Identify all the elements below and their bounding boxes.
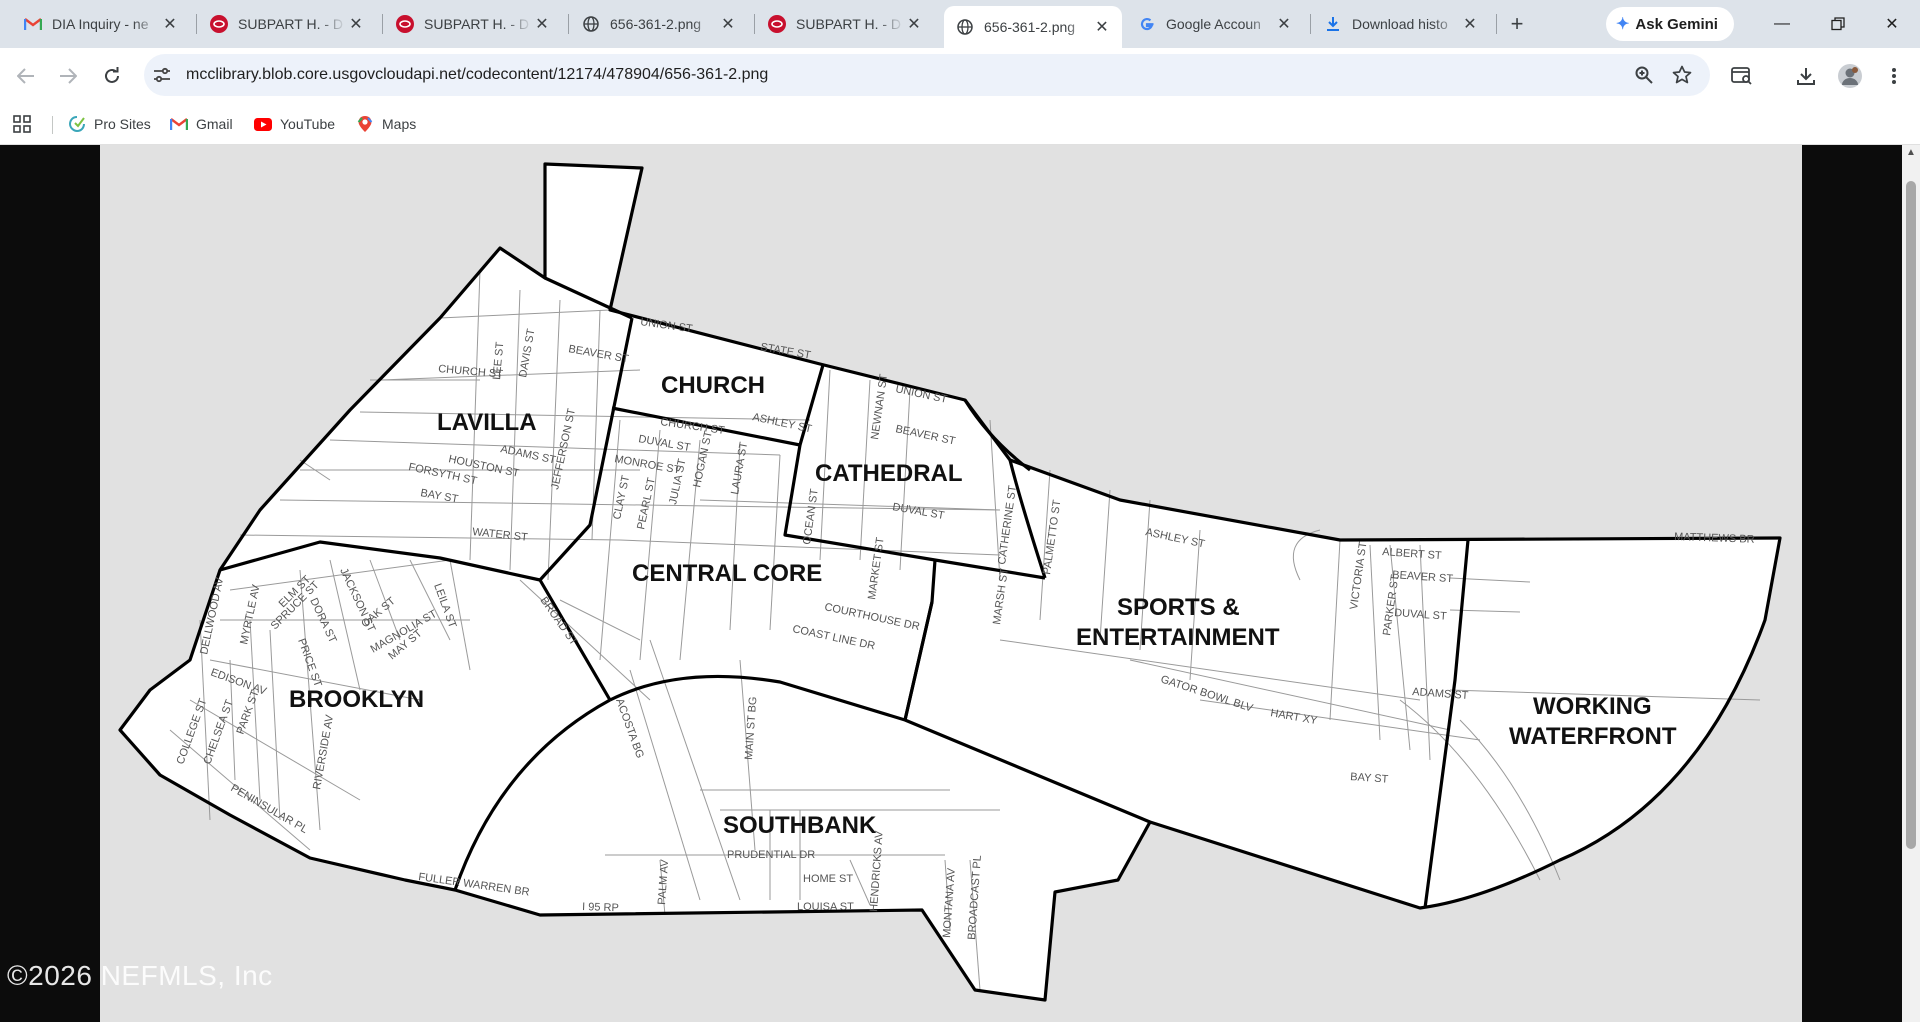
district-label-sports: SPORTS &: [1117, 594, 1240, 621]
site-info-icon[interactable]: [150, 67, 174, 83]
tab-title: SUBPART H. - D: [424, 16, 530, 32]
tab-subpart-h-2[interactable]: SUBPART H. - D ✕: [384, 8, 562, 40]
district-label-southbank: SOUTHBANK: [723, 812, 877, 839]
close-icon[interactable]: ✕: [160, 14, 180, 34]
tab-download-history[interactable]: Download histo ✕: [1312, 8, 1490, 40]
menu-kebab-icon[interactable]: [1878, 60, 1910, 92]
district-label-entertainment: ENTERTAINMENT: [1076, 624, 1280, 651]
close-window-button[interactable]: ✕: [1872, 10, 1912, 38]
municode-icon: [396, 15, 414, 33]
tab-title: SUBPART H. - D: [238, 16, 344, 32]
bookmark-pro-sites[interactable]: Pro Sites: [68, 112, 151, 136]
district-label-cathedral: CATHEDRAL: [815, 460, 963, 487]
vertical-scrollbar[interactable]: ▲: [1902, 145, 1920, 1022]
download-icon: [1324, 15, 1342, 33]
tab-image-active[interactable]: 656-361-2.png ✕: [944, 6, 1122, 48]
downloads-icon[interactable]: [1790, 60, 1822, 92]
district-label-church: CHURCH: [661, 372, 765, 399]
new-tab-button[interactable]: +: [1503, 10, 1531, 38]
district-label-working: WORKING: [1533, 693, 1652, 720]
globe-icon: [582, 15, 600, 33]
scroll-up-arrow-icon[interactable]: ▲: [1906, 147, 1916, 159]
globe-icon: [956, 18, 974, 36]
reload-button[interactable]: [96, 60, 128, 92]
toolbar: mcclibrary.blob.core.usgovcloudapi.net/c…: [0, 48, 1920, 103]
tab-title: DIA Inquiry - ne: [52, 16, 149, 32]
bookmark-gmail[interactable]: Gmail: [170, 112, 233, 136]
tab-strip: DIA Inquiry - ne ✕ SUBPART H. - D ✕ SUBP…: [0, 0, 1920, 48]
close-icon[interactable]: ✕: [904, 14, 924, 34]
district-label-central-core: CENTRAL CORE: [632, 560, 822, 587]
tab-title: Download histo: [1352, 16, 1448, 32]
profile-avatar[interactable]: [1834, 60, 1866, 92]
tab-image-1[interactable]: 656-361-2.png ✕: [570, 8, 748, 40]
maps-icon: [356, 115, 374, 133]
address-bar[interactable]: mcclibrary.blob.core.usgovcloudapi.net/c…: [144, 54, 1710, 96]
downtown-district-map-image: LAVILLA CHURCH CATHEDRAL CENTRAL CORE SP…: [100, 145, 1802, 1022]
zoom-icon[interactable]: [1632, 63, 1656, 87]
pro-sites-icon: [68, 115, 86, 133]
tab-subpart-h-3[interactable]: SUBPART H. - D ✕: [756, 8, 934, 40]
street-label: PRUDENTIAL DR: [727, 849, 815, 861]
restore-button[interactable]: [1818, 10, 1858, 38]
close-icon[interactable]: ✕: [1274, 14, 1294, 34]
youtube-icon: [254, 115, 272, 133]
street-label: HOME ST: [803, 873, 853, 885]
gmail-icon: [24, 15, 42, 33]
district-map-svg: LAVILLA CHURCH CATHEDRAL CENTRAL CORE SP…: [118, 162, 1782, 1002]
tab-google-account[interactable]: Google Accoun ✕: [1126, 8, 1304, 40]
bookmark-label: Maps: [382, 116, 417, 132]
municode-icon: [768, 15, 786, 33]
ask-gemini-button[interactable]: ✦ Ask Gemini: [1606, 7, 1734, 41]
bookmark-maps[interactable]: Maps: [356, 112, 416, 136]
scrollbar-thumb[interactable]: [1906, 181, 1916, 849]
url-text: mcclibrary.blob.core.usgovcloudapi.net/c…: [186, 66, 769, 83]
gmail-icon: [170, 115, 188, 133]
gemini-label: Ask Gemini: [1635, 15, 1718, 33]
bookmark-youtube[interactable]: YouTube: [254, 112, 335, 136]
forward-button[interactable]: [52, 60, 84, 92]
street-label: LOUISA ST: [797, 901, 854, 913]
bookmarks-bar: Pro Sites Gmail YouTube Maps: [0, 103, 1920, 145]
tab-gmail-dia-inquiry[interactable]: DIA Inquiry - ne ✕: [12, 8, 190, 40]
back-button[interactable]: [10, 60, 42, 92]
minimize-button[interactable]: —: [1762, 10, 1802, 38]
close-icon[interactable]: ✕: [1460, 14, 1480, 34]
gemini-sparkle-icon: ✦: [1616, 16, 1630, 33]
municode-icon: [210, 15, 228, 33]
google-icon: [1138, 15, 1156, 33]
close-icon[interactable]: ✕: [1092, 17, 1112, 37]
tab-subpart-h-1[interactable]: SUBPART H. - D ✕: [198, 8, 376, 40]
tab-search-icon[interactable]: [1726, 60, 1758, 92]
bookmark-label: Gmail: [196, 116, 233, 132]
tab-title: 656-361-2.png: [984, 19, 1076, 35]
page-content: LAVILLA CHURCH CATHEDRAL CENTRAL CORE SP…: [0, 145, 1920, 1022]
bookmark-label: YouTube: [280, 116, 336, 132]
tab-title: Google Accoun: [1166, 16, 1261, 32]
tab-title: SUBPART H. - D: [796, 16, 902, 32]
district-label-lavilla: LAVILLA: [437, 409, 537, 436]
copyright-watermark: ©2026 NEFMLS, Inc: [7, 960, 273, 991]
district-label-brooklyn: BROOKLYN: [289, 686, 424, 713]
close-icon[interactable]: ✕: [346, 14, 366, 34]
bookmark-star-icon[interactable]: [1670, 63, 1694, 87]
bookmark-label: Pro Sites: [94, 116, 151, 132]
district-label-waterfront: WATERFRONT: [1509, 723, 1677, 750]
close-icon[interactable]: ✕: [532, 14, 552, 34]
close-icon[interactable]: ✕: [718, 14, 738, 34]
street-label: I 95 RP: [582, 901, 619, 914]
apps-grid-icon[interactable]: [13, 112, 31, 136]
tab-title: 656-361-2.png: [610, 16, 702, 32]
